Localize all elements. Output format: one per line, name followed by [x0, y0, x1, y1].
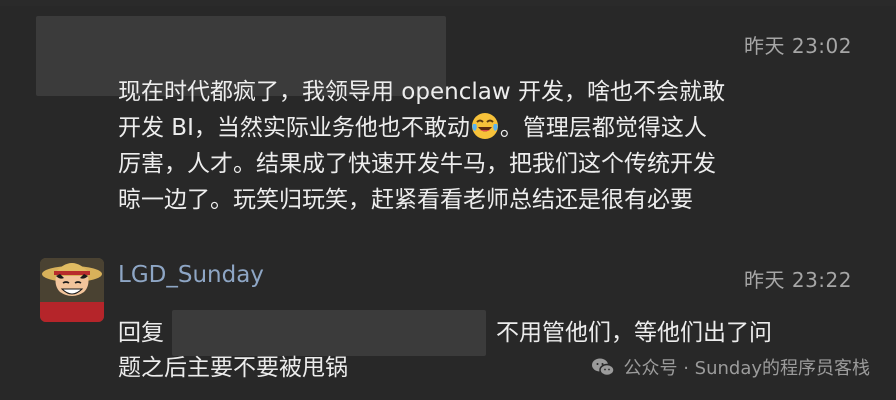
message-body[interactable]: 现在时代都疯了，我领导用 openclaw 开发，啥也不会就敢 开发 BI，当然…	[118, 74, 725, 218]
message-line: 开发 BI，当然实际业务他也不敢动 。管理层都觉得这人	[118, 110, 725, 146]
watermark-text: 公众号 · Sunday的程序员客栈	[623, 358, 870, 379]
face-with-tears-of-joy-icon	[471, 113, 498, 139]
message-line-part: 开发 BI，当然实际业务他也不敢动	[118, 115, 470, 141]
watermark: 公众号 · Sunday的程序员客栈	[591, 354, 870, 380]
sender-name[interactable]: LGD_Sunday	[118, 262, 264, 288]
message-line-part: 。管理层都觉得这人	[499, 115, 707, 141]
message-timestamp: 昨天 23:02	[744, 34, 852, 58]
message-line: 晾一边了。玩笑归玩笑，赶紧看看老师总结还是很有必要	[118, 187, 693, 213]
message-line: 不用管他们，等他们出了问	[496, 320, 772, 346]
avatar-illustration-icon	[40, 258, 104, 322]
avatar[interactable]	[40, 258, 104, 322]
wechat-icon	[592, 358, 616, 377]
message-line: 现在时代都疯了，我领导用 openclaw 开发，啥也不会就敢	[118, 79, 725, 105]
message-timestamp: 昨天 23:22	[744, 268, 852, 292]
chat-message: 昨天 23:02 现在时代都疯了，我领导用 openclaw 开发，啥也不会就敢…	[0, 0, 896, 246]
message-line: 厉害，人才。结果成了快速开发牛马，把我们这个传统开发	[118, 151, 716, 177]
reply-prefix: 回复	[118, 320, 164, 346]
message-line[interactable]: 题之后主要不要被甩锅	[118, 350, 348, 386]
